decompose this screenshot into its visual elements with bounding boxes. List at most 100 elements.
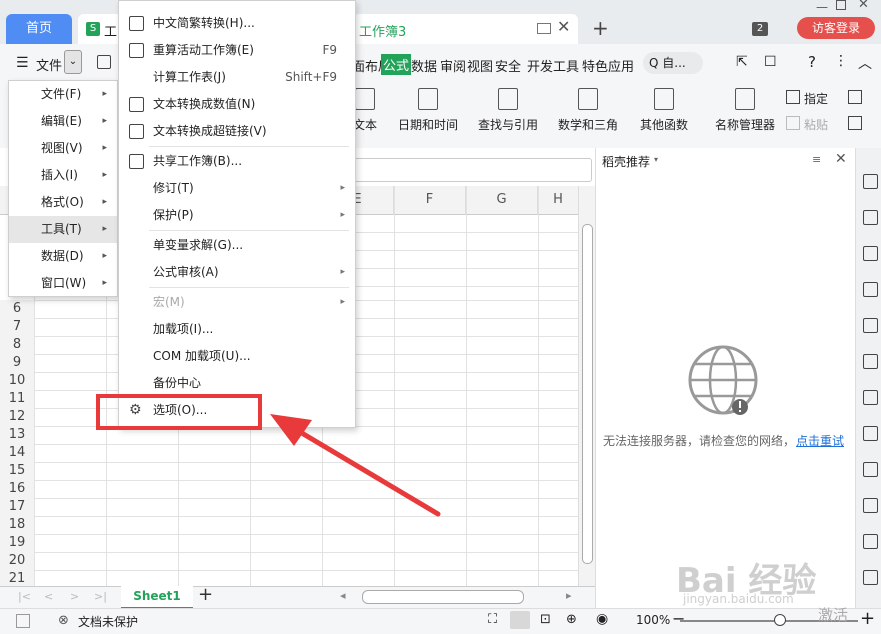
row-header[interactable]: 7 — [0, 318, 34, 337]
menu-item-edit[interactable]: 编辑(E) ▸ — [9, 108, 117, 135]
menu-item-revision[interactable]: 修订(T) ▸ — [119, 175, 355, 202]
search-input[interactable]: Q 自... — [643, 52, 703, 74]
protection-status[interactable]: 文档未保护 — [78, 613, 138, 630]
zoom-in-icon[interactable]: + — [860, 608, 875, 629]
column-header-g[interactable]: G — [466, 186, 538, 215]
menu-item-com-addins[interactable]: COM 加载项(U)... — [119, 343, 355, 370]
toolbar-icon-6[interactable] — [863, 354, 878, 369]
zoom-level[interactable]: 100% — [636, 613, 670, 627]
row-header[interactable]: 9 — [0, 354, 34, 373]
row-header[interactable]: 14 — [0, 444, 34, 463]
menu-item-insert[interactable]: 插入(I) ▸ — [9, 162, 117, 189]
menu-item-chinese-convert[interactable]: 中文简繁转换(H)... — [119, 10, 355, 37]
help-icon[interactable]: ? — [808, 53, 816, 71]
toolbar-icon-7[interactable] — [863, 390, 878, 405]
close-icon[interactable]: ✕ — [557, 17, 570, 36]
page-break-icon[interactable]: ⊕ — [566, 612, 577, 627]
chevron-down-icon[interactable]: ⌄ — [64, 50, 82, 74]
sheet-tab-sheet1[interactable]: Sheet1 — [121, 586, 193, 609]
next-sheet-icon[interactable]: > — [70, 590, 79, 603]
hamburger-icon[interactable]: ☰ — [16, 55, 29, 71]
math-button[interactable]: 数学和三角 — [552, 80, 624, 133]
tab-review[interactable]: 审阅 — [440, 56, 466, 75]
column-header-f[interactable]: F — [394, 186, 466, 215]
guest-login-button[interactable]: 访客登录 — [797, 17, 875, 39]
menu-item-share-workbook[interactable]: 共享工作簿(B)... — [119, 148, 355, 175]
status-doc-icon[interactable] — [16, 614, 30, 628]
prev-sheet-icon[interactable]: < — [44, 590, 53, 603]
image-icon[interactable] — [863, 426, 878, 441]
menu-item-format[interactable]: 格式(O) ▸ — [9, 189, 117, 216]
last-sheet-icon[interactable]: >| — [94, 590, 107, 603]
other-functions-button[interactable]: 其他函数 — [632, 80, 696, 133]
window-count-badge[interactable]: 2 — [752, 22, 768, 36]
archive-icon[interactable] — [863, 498, 878, 513]
tab-formula[interactable]: 公式 — [381, 54, 412, 75]
scroll-left-icon[interactable]: ◂ — [340, 589, 346, 602]
menu-item-formula-audit[interactable]: 公式审核(A) ▸ — [119, 259, 355, 286]
menu-item-protect[interactable]: 保护(P) ▸ — [119, 202, 355, 229]
window-close-icon[interactable]: ✕ — [858, 0, 869, 12]
toolbar-icon-12[interactable] — [863, 570, 878, 585]
tab-workbook[interactable]: 工作簿3 ✕ — [353, 14, 578, 44]
horizontal-scrollbar-thumb[interactable] — [362, 590, 524, 604]
menu-item-data[interactable]: 数据(D) ▸ — [9, 243, 117, 270]
collapse-icon[interactable]: ︿ — [858, 53, 872, 73]
window-icon[interactable] — [537, 23, 551, 34]
menu-item-calc-sheet[interactable]: 计算工作表(J) Shift+F9 — [119, 64, 355, 91]
tab-developer[interactable]: 开发工具 — [527, 56, 579, 75]
lookup-button[interactable]: 查找与引用 — [472, 80, 544, 133]
paste-button[interactable]: 粘贴 — [804, 116, 828, 133]
row-header[interactable]: 6 — [0, 300, 34, 319]
eye-icon[interactable]: ◉ — [596, 611, 608, 627]
share-out-icon[interactable] — [863, 462, 878, 477]
share-icon[interactable]: ⇱ — [736, 54, 748, 70]
tab-document[interactable]: S 工 — [78, 14, 122, 44]
row-header[interactable]: 10 — [0, 372, 34, 391]
menu-item-addins[interactable]: 加载项(I)... — [119, 316, 355, 343]
apps-icon[interactable] — [863, 282, 878, 297]
datetime-button[interactable]: 日期和时间 — [392, 80, 464, 133]
chart-icon[interactable] — [863, 318, 878, 333]
panel-dropdown-icon[interactable]: ▾ — [654, 155, 658, 164]
add-sheet-icon[interactable]: + — [198, 584, 213, 605]
minimize-icon[interactable]: — — [816, 0, 828, 14]
menu-item-recalc-workbook[interactable]: 重算活动工作簿(E) F9 — [119, 37, 355, 64]
row-header[interactable]: 18 — [0, 516, 34, 535]
toolbar-icon-2[interactable] — [863, 210, 878, 225]
new-tab-icon[interactable]: + — [592, 16, 609, 40]
tab-security[interactable]: 安全 — [495, 56, 521, 75]
retry-link[interactable]: 点击重试 — [796, 432, 844, 449]
panel-menu-icon[interactable]: ≡ — [812, 153, 821, 166]
page-view-icon[interactable]: ⊡ — [540, 612, 551, 627]
first-sheet-icon[interactable]: |< — [18, 590, 31, 603]
picture-icon[interactable] — [863, 534, 878, 549]
row-header[interactable]: 19 — [0, 534, 34, 553]
fullscreen-icon[interactable]: ⛶ — [488, 612, 497, 627]
panel-close-icon[interactable]: ✕ — [835, 151, 847, 167]
menu-item-view[interactable]: 视图(V) ▸ — [9, 135, 117, 162]
row-header[interactable]: 15 — [0, 462, 34, 481]
row-header[interactable]: 20 — [0, 552, 34, 571]
more-icon[interactable]: ⋮ — [834, 53, 848, 69]
normal-view-icon[interactable] — [510, 611, 530, 629]
row-header[interactable]: 11 — [0, 390, 34, 409]
row-header[interactable]: 13 — [0, 426, 34, 445]
row-header[interactable]: 17 — [0, 498, 34, 517]
menu-item-goal-seek[interactable]: 单变量求解(G)... — [119, 232, 355, 259]
cloud-icon[interactable]: ☐ — [764, 54, 777, 70]
scrollbar-thumb[interactable] — [582, 224, 593, 564]
panel-title[interactable]: 稻壳推荐 — [602, 153, 650, 170]
maximize-icon[interactable] — [836, 0, 846, 10]
menu-item-text-to-number[interactable]: 文本转换成数值(N) — [119, 91, 355, 118]
column-header-h[interactable]: H — [538, 186, 579, 215]
scroll-right-icon[interactable]: ▸ — [566, 589, 572, 602]
formula-input[interactable] — [352, 158, 592, 182]
menu-item-window[interactable]: 窗口(W) ▸ — [9, 270, 117, 297]
tab-special[interactable]: 特色应用 — [582, 56, 634, 75]
toolbar-icon-1[interactable] — [863, 174, 878, 189]
designate-button[interactable]: 指定 — [804, 90, 828, 107]
menu-item-text-to-link[interactable]: 文本转换成超链接(V) — [119, 118, 355, 145]
menu-item-file[interactable]: 文件(F) ▸ — [9, 81, 117, 108]
row-header[interactable]: 16 — [0, 480, 34, 499]
